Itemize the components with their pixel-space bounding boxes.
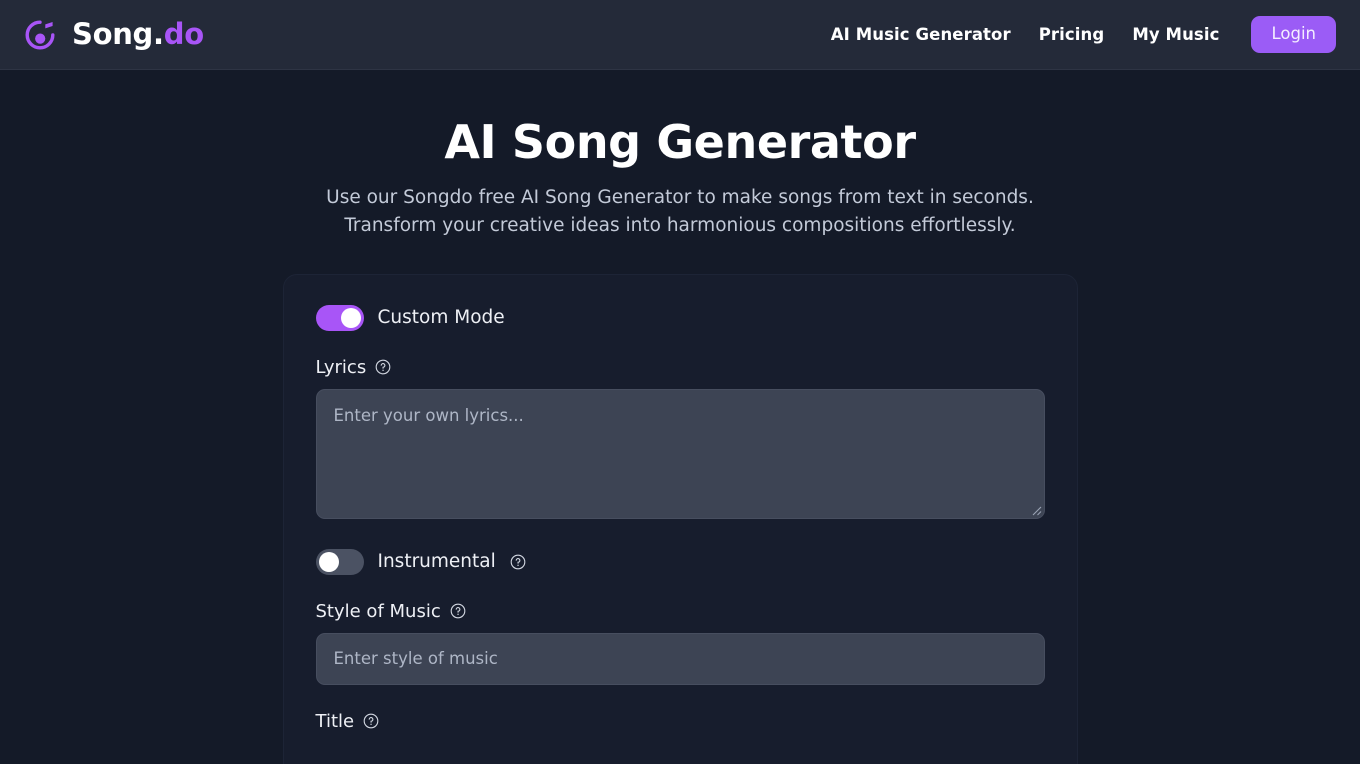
style-of-music-input[interactable] — [315, 632, 1045, 685]
toggle-knob — [340, 307, 361, 328]
lyrics-label: Lyrics — [315, 356, 367, 378]
style-of-music-label-row: Style of Music — [316, 601, 1045, 622]
brand-logo[interactable]: Song.do — [24, 17, 204, 53]
title-label-row: Title — [316, 711, 1045, 732]
page-subtitle-line-1: Use our Songdo free AI Song Generator to… — [326, 186, 1034, 208]
custom-mode-toggle[interactable] — [315, 304, 364, 331]
question-circle-icon[interactable] — [363, 713, 379, 729]
nav-item-my-music[interactable]: My Music — [1132, 25, 1219, 44]
page-subtitle: Use our Songdo free AI Song Generator to… — [0, 184, 1360, 240]
lyrics-input[interactable] — [315, 388, 1045, 519]
page-title: AI Song Generator — [444, 115, 916, 169]
site-header: Song.do AI Music Generator Pricing My Mu… — [0, 0, 1360, 70]
question-circle-icon[interactable] — [510, 554, 526, 570]
title-label: Title — [315, 710, 355, 732]
generator-card: Custom Mode Lyrics Enter your own lyrics… — [282, 273, 1078, 764]
nav-item-pricing[interactable]: Pricing — [1039, 25, 1105, 44]
question-circle-icon[interactable] — [450, 603, 466, 619]
custom-mode-label: Custom Mode — [377, 307, 505, 329]
title-field: Title — [316, 711, 1045, 732]
instrumental-toggle[interactable] — [315, 548, 364, 575]
instrumental-row: Instrumental — [315, 548, 1045, 575]
custom-mode-row: Custom Mode — [315, 304, 1045, 331]
lyrics-label-row: Lyrics — [316, 357, 1045, 378]
generator-card-wrapper: Custom Mode Lyrics Enter your own lyrics… — [0, 273, 1360, 764]
brand-name-primary: Song. — [72, 17, 164, 51]
page-subtitle-line-2: Transform your creative ideas into harmo… — [344, 214, 1016, 236]
music-note-circle-icon — [25, 20, 55, 49]
login-button[interactable]: Login — [1251, 16, 1336, 53]
lyrics-field: Lyrics — [315, 357, 1045, 519]
brand-name-accent: do — [163, 17, 204, 51]
toggle-knob — [318, 551, 339, 572]
hero-section: AI Song Generator Use our Songdo free AI… — [0, 70, 1360, 240]
instrumental-label: Instrumental — [377, 551, 496, 573]
lyrics-textarea-holder — [315, 388, 1045, 519]
question-circle-icon[interactable] — [375, 359, 391, 375]
main-navigation: AI Music Generator Pricing My Music Logi… — [831, 16, 1336, 53]
style-of-music-label: Style of Music — [315, 600, 441, 622]
brand-name: Song.do — [72, 20, 204, 49]
style-of-music-field: Style of Music — [315, 601, 1045, 685]
nav-item-ai-music-generator[interactable]: AI Music Generator — [831, 25, 1011, 44]
